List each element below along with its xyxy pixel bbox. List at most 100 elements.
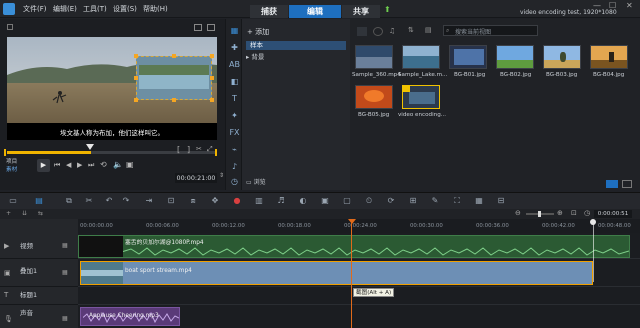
subtitle-editor-icon[interactable]: ▣ <box>320 196 330 206</box>
resize-handle[interactable] <box>210 54 214 58</box>
loop-icon[interactable]: ⟳ <box>386 196 396 206</box>
audio-mixer-icon[interactable]: ▥ <box>254 196 264 206</box>
mask-icon[interactable]: ◐ <box>298 196 308 206</box>
folder-item-background[interactable]: ▸ 背景 <box>246 51 264 61</box>
sort-icon[interactable]: ⇅ <box>408 26 422 36</box>
scrubber-handle[interactable] <box>86 144 94 150</box>
zoom-slider[interactable] <box>526 211 554 217</box>
hd-preview-icon[interactable]: ▣ <box>126 160 134 169</box>
thumbnail-view-icon[interactable] <box>606 180 618 188</box>
volume-icon[interactable]: 🔈 <box>113 160 123 169</box>
add-track-icon[interactable]: + <box>6 210 11 217</box>
video-clip[interactable]: 塞舌的贝加尔湖@1080P.mp4 <box>78 235 630 258</box>
track-header-voice[interactable]: 🎙 声音 ▦ <box>0 305 78 328</box>
tab-edit[interactable]: 编辑 <box>289 5 341 18</box>
media-thumbnail[interactable] <box>355 45 393 69</box>
enlarge-icon[interactable]: ⤢ <box>207 145 213 154</box>
mode-clip[interactable]: 素材 <box>6 165 34 173</box>
mark-in-icon[interactable]: [ <box>177 145 180 154</box>
fit-icon[interactable]: ⊡ <box>166 196 176 206</box>
speed-icon[interactable]: ⏲ <box>364 196 374 206</box>
media-thumbnail[interactable] <box>402 45 440 69</box>
resize-handle[interactable] <box>134 98 138 102</box>
menu-edit[interactable]: 编辑(E) <box>53 4 77 14</box>
menu-settings[interactable]: 设置(S) <box>113 4 137 14</box>
timecode-spinner-icon[interactable]: ⇕ <box>219 172 224 179</box>
video-filter-icon[interactable] <box>357 27 367 36</box>
overlay-clip-preview[interactable] <box>136 56 212 100</box>
next-frame-icon[interactable]: ▶ <box>77 161 82 169</box>
media-thumbnail[interactable] <box>402 85 440 109</box>
storyboard-view-icon[interactable]: ▭ <box>8 196 18 206</box>
redo-icon[interactable]: ↷ <box>121 196 131 206</box>
split-icon[interactable]: ✂ <box>196 145 202 153</box>
track-lock-icon[interactable]: ▦ <box>62 315 68 322</box>
mode-selector[interactable]: 项目 素材 <box>6 157 34 173</box>
voice-clip[interactable]: Applause Cheering.mp3 <box>80 307 180 326</box>
zoom-in-icon[interactable]: ⊕ <box>557 209 563 217</box>
aspect-icon[interactable] <box>7 24 13 30</box>
zoom-out-icon[interactable]: ⊖ <box>515 209 521 217</box>
timeline-ruler[interactable]: 00:00:00.00 00:00:06.00 00:00:12.00 00:0… <box>78 219 640 233</box>
zoom-time-display[interactable]: 0:00:00:51 <box>594 210 632 218</box>
track-lock-icon[interactable]: ▦ <box>62 242 68 249</box>
split-tool-icon[interactable]: ✂ <box>84 196 94 206</box>
title-icon[interactable]: T <box>229 93 240 104</box>
trim-start-marker[interactable] <box>4 149 8 156</box>
preview-window-icon[interactable] <box>194 24 202 31</box>
mark-out-icon[interactable]: ] <box>187 145 190 154</box>
tab-share[interactable]: 共享 <box>342 5 380 18</box>
filter-icon[interactable]: FX <box>229 127 240 138</box>
graphics-icon[interactable]: ◧ <box>229 76 240 87</box>
add-folder-button[interactable]: + 添加 <box>247 27 269 37</box>
menu-tools[interactable]: 工具(T) <box>83 4 107 14</box>
media-thumbnail[interactable] <box>449 45 487 69</box>
photo-filter-icon[interactable] <box>373 27 383 36</box>
folder-item-sample[interactable]: 样本 <box>246 41 346 50</box>
list-view-icon[interactable] <box>622 180 632 188</box>
end-icon[interactable]: ⏭ <box>88 161 94 170</box>
color-grading-icon[interactable]: ▦ <box>474 196 484 206</box>
timeline-view-icon[interactable]: ▤ <box>34 196 44 206</box>
audio-icon[interactable]: ♪ <box>229 161 240 172</box>
repeat-icon[interactable]: ⟲ <box>100 160 107 169</box>
copy-icon[interactable]: ⧉ <box>64 196 74 206</box>
collapse-icon[interactable]: ⇊ <box>22 210 27 217</box>
trim-end-marker[interactable] <box>213 149 217 156</box>
resize-handle[interactable] <box>172 54 176 58</box>
media-thumbnail[interactable] <box>355 85 393 109</box>
search-input[interactable]: ⌕ 搜索当前视图 <box>443 25 538 36</box>
split-screen-icon[interactable]: ⊞ <box>408 196 418 206</box>
browse-button[interactable]: ▭ 浏览 <box>246 177 266 186</box>
record-icon[interactable]: ● <box>232 196 242 206</box>
stabilize-icon[interactable]: ⛶ <box>452 196 462 206</box>
instant-project-icon[interactable]: ✚ <box>229 42 240 53</box>
resize-handle[interactable] <box>210 98 214 102</box>
view-icon[interactable]: ▤ <box>425 26 439 36</box>
menu-file[interactable]: 文件(F) <box>23 4 47 14</box>
track-header-overlay[interactable]: ▣ 叠加1 ▦ <box>0 259 78 287</box>
scrubber-bar[interactable] <box>7 151 217 154</box>
transition-icon[interactable]: AB <box>229 59 240 70</box>
trim-icon[interactable]: ⇥ <box>144 196 154 206</box>
paint-icon[interactable]: ✎ <box>430 196 440 206</box>
home-icon[interactable]: ⏮ <box>54 161 60 170</box>
undo-icon[interactable]: ↶ <box>104 196 114 206</box>
track-header-video[interactable]: ▶ 视频 ▦ <box>0 233 78 259</box>
resize-handle[interactable] <box>134 54 138 58</box>
fit-timeline-icon[interactable]: ⊡ <box>571 209 577 217</box>
track-header-title[interactable]: T 标题1 <box>0 287 78 305</box>
play-button[interactable]: ▶ <box>37 159 50 172</box>
auto-music-icon[interactable]: ♬ <box>276 196 286 206</box>
audio-filter-icon[interactable]: ♫ <box>389 27 399 36</box>
resize-handle[interactable] <box>134 76 138 80</box>
track-lock-icon[interactable]: ▦ <box>62 269 68 276</box>
clock-icon[interactable]: ◷ <box>229 176 240 187</box>
3d-title-icon[interactable]: ▢ <box>342 196 352 206</box>
resize-handle[interactable] <box>210 76 214 80</box>
ripple-icon[interactable]: ⇆ <box>38 210 43 217</box>
upload-icon[interactable]: ⬆ <box>384 6 392 14</box>
timeline-settings-icon[interactable]: ⊟ <box>496 196 506 206</box>
mode-project[interactable]: 项目 <box>6 157 34 165</box>
close-icon[interactable]: ✕ <box>626 1 633 10</box>
